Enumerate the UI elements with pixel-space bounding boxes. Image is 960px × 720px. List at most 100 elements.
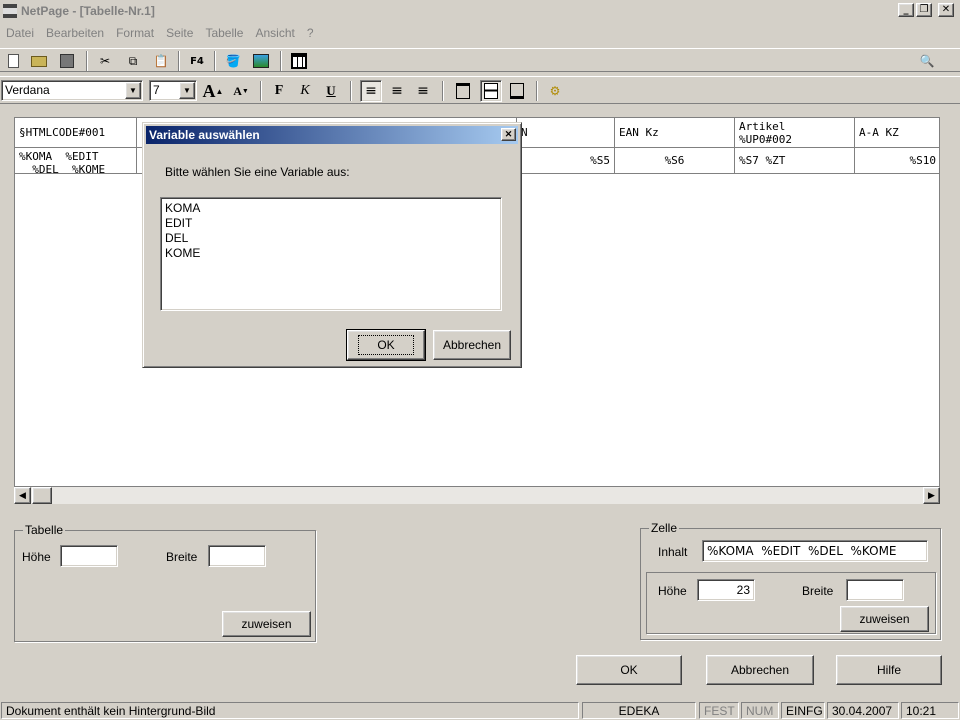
wizard-icon[interactable]: ⚙ xyxy=(544,80,566,102)
cancel-button[interactable]: Abbrechen xyxy=(706,655,814,685)
toolbar-separator xyxy=(280,51,282,71)
zelle-hoehe-field[interactable]: 23 xyxy=(697,579,755,601)
zelle-inhalt-field[interactable]: %KOMA %EDIT %DEL %KOME xyxy=(702,540,928,562)
close-button[interactable]: ✕ xyxy=(938,3,954,17)
restore-button[interactable]: ❐ xyxy=(916,3,932,17)
tabelle-hoehe-label: Höhe xyxy=(22,550,51,564)
app-icon xyxy=(3,4,17,18)
italic-button[interactable]: K xyxy=(294,80,316,102)
grid-cell[interactable]: %S5 xyxy=(517,148,615,174)
dialog-cancel-button[interactable]: Abbrechen xyxy=(433,330,511,360)
variable-listbox[interactable]: KOMA EDIT DEL KOME xyxy=(160,197,502,311)
valign-top-icon[interactable] xyxy=(452,80,474,102)
menu-format[interactable]: Format xyxy=(110,26,160,40)
menu-tabelle[interactable]: Tabelle xyxy=(199,26,249,40)
image-icon[interactable] xyxy=(250,50,272,72)
tabelle-breite-field[interactable] xyxy=(208,545,266,567)
align-right-icon[interactable]: ≡ xyxy=(412,80,434,102)
menu-bar: Datei Bearbeiten Format Seite Tabelle An… xyxy=(0,22,960,44)
list-item[interactable]: KOMA xyxy=(165,201,497,216)
align-left-icon[interactable]: ≡ xyxy=(360,80,382,102)
status-num: NUM xyxy=(741,702,779,719)
grid-cell[interactable]: %KOMA %EDIT %DEL %KOME xyxy=(15,148,137,174)
grid-header-cell[interactable]: §HTMLCODE#001 xyxy=(15,118,137,148)
dialog-ok-button[interactable]: OK xyxy=(346,329,426,361)
chevron-down-icon[interactable]: ▼ xyxy=(125,82,141,99)
list-item[interactable]: KOME xyxy=(165,246,497,261)
f4-button[interactable]: F4 xyxy=(186,50,208,72)
zelle-breite-label: Breite xyxy=(802,584,834,598)
font-combo[interactable]: Verdana ▼ xyxy=(1,80,143,101)
font-size-combo[interactable]: 7 ▼ xyxy=(149,80,197,101)
format-toolbar: Verdana ▼ 7 ▼ A ▲ A ▼ F K U ≡ ≡ ≡ ⚙ xyxy=(0,76,960,104)
tabelle-legend: Tabelle xyxy=(23,523,66,537)
scroll-right-icon[interactable]: ▶ xyxy=(923,487,940,504)
status-company: EDEKA xyxy=(582,702,696,719)
table-columns-icon[interactable] xyxy=(288,50,310,72)
save-disk-icon[interactable] xyxy=(56,50,78,72)
new-document-icon[interactable] xyxy=(2,50,24,72)
align-center-icon[interactable]: ≡ xyxy=(386,80,408,102)
dialog-title-bar: Variable auswählen ✕ xyxy=(146,126,518,144)
font-shrink-icon[interactable]: A ▼ xyxy=(230,80,252,102)
paint-bucket-icon[interactable]: 🪣 xyxy=(222,50,244,72)
chevron-down-icon[interactable]: ▼ xyxy=(179,82,195,99)
grid-cell[interactable]: %S7 %ZT xyxy=(735,148,855,174)
toolbar-separator xyxy=(350,81,352,101)
font-grow-icon[interactable]: A ▲ xyxy=(202,80,224,102)
grid-header-cell[interactable]: A-A KZ xyxy=(855,118,939,148)
menu-datei[interactable]: Datei xyxy=(0,26,40,40)
toolbar-separator xyxy=(178,51,180,71)
grid-header-cell[interactable]: N xyxy=(517,118,615,148)
list-item[interactable]: EDIT xyxy=(165,216,497,231)
preview-icon[interactable]: 🔍 xyxy=(916,50,938,72)
dialog-prompt: Bitte wählen Sie eine Variable aus: xyxy=(165,165,350,179)
menu-help[interactable]: ? xyxy=(301,26,320,40)
close-icon[interactable]: ✕ xyxy=(501,128,516,141)
zelle-hoehe-label: Höhe xyxy=(658,584,687,598)
grid-cell[interactable]: %S10 xyxy=(855,148,939,174)
tabelle-assign-button[interactable]: zuweisen xyxy=(222,611,311,637)
valign-bottom-icon[interactable] xyxy=(506,80,528,102)
valign-middle-icon[interactable] xyxy=(480,80,502,102)
menu-ansicht[interactable]: Ansicht xyxy=(249,26,300,40)
dialog-ok-label: OK xyxy=(358,335,414,355)
toolbar-separator xyxy=(214,51,216,71)
status-bar: Dokument enthält kein Hintergrund-Bild E… xyxy=(0,700,960,720)
help-button[interactable]: Hilfe xyxy=(836,655,942,685)
scroll-thumb[interactable] xyxy=(32,487,52,504)
toolbar-separator xyxy=(442,81,444,101)
zelle-inhalt-label: Inhalt xyxy=(658,545,688,559)
ok-button[interactable]: OK xyxy=(576,655,682,685)
open-folder-icon[interactable] xyxy=(28,50,50,72)
variable-dialog: Variable auswählen ✕ Bitte wählen Sie ei… xyxy=(142,122,522,368)
scroll-left-icon[interactable]: ◀ xyxy=(14,487,31,504)
status-date: 30.04.2007 xyxy=(827,702,899,719)
dialog-title: Variable auswählen xyxy=(149,128,260,142)
font-combo-value: Verdana xyxy=(5,83,50,97)
cut-scissors-icon[interactable]: ✂ xyxy=(94,50,116,72)
toolbar-separator xyxy=(86,51,88,71)
tabelle-breite-label: Breite xyxy=(166,550,198,564)
grid-cell[interactable]: %S6 xyxy=(615,148,735,174)
tabelle-hoehe-field[interactable] xyxy=(60,545,118,567)
grid-header-cell[interactable]: EAN Kz xyxy=(615,118,735,148)
toolbar-separator xyxy=(536,81,538,101)
minimize-button[interactable]: _ xyxy=(898,3,914,17)
horizontal-scrollbar[interactable]: ◀ ▶ xyxy=(14,487,940,504)
status-fest: FEST xyxy=(699,702,739,719)
underline-button[interactable]: U xyxy=(320,80,342,102)
zelle-legend: Zelle xyxy=(649,521,680,535)
menu-bearbeiten[interactable]: Bearbeiten xyxy=(40,26,110,40)
toolbar-separator xyxy=(260,81,262,101)
status-time: 10:21 xyxy=(901,702,959,719)
menu-seite[interactable]: Seite xyxy=(160,26,199,40)
list-item[interactable]: DEL xyxy=(165,231,497,246)
paste-icon[interactable]: 📋 xyxy=(150,50,172,72)
font-size-value: 7 xyxy=(153,83,160,97)
grid-header-cell[interactable]: Artikel %UP0#002 xyxy=(735,118,855,148)
copy-icon[interactable]: ⧉ xyxy=(122,50,144,72)
zelle-breite-field[interactable] xyxy=(846,579,904,601)
zelle-assign-button[interactable]: zuweisen xyxy=(840,606,929,632)
bold-button[interactable]: F xyxy=(268,80,290,102)
